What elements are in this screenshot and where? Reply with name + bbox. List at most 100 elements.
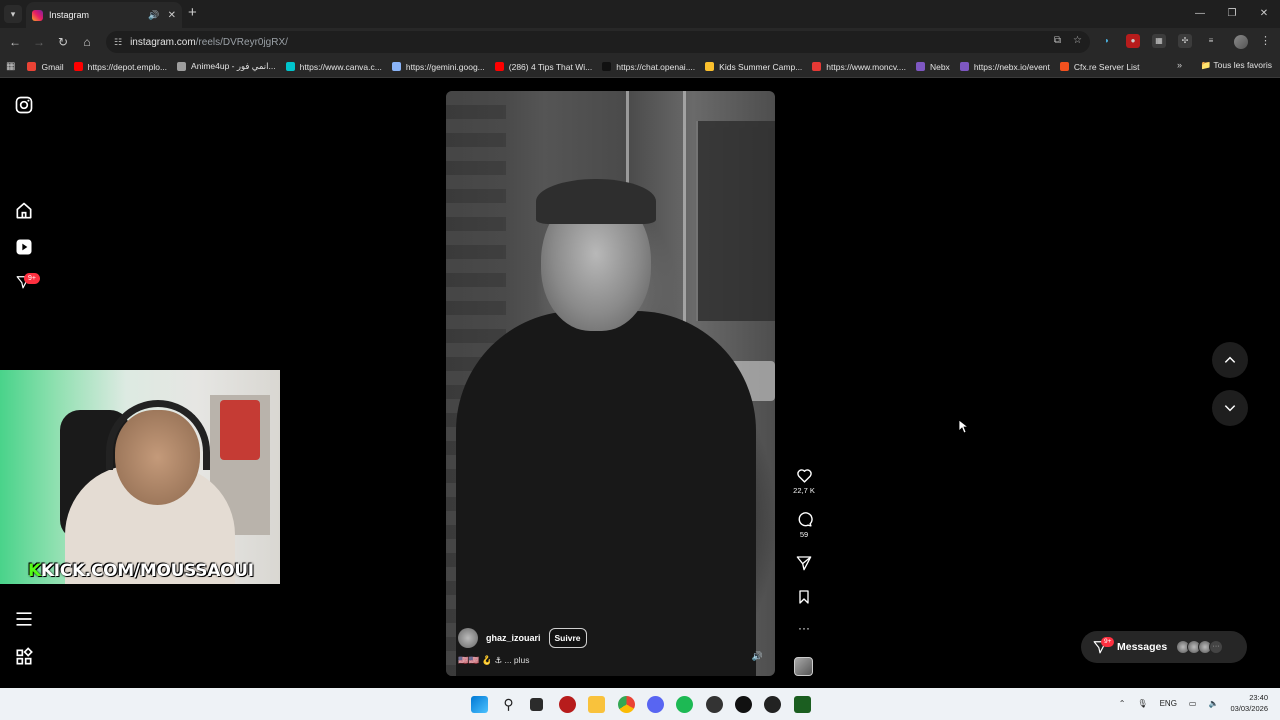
windows-start-icon[interactable] — [471, 696, 488, 713]
message-avatars: ··· — [1176, 640, 1223, 654]
minimize-button[interactable]: — — [1184, 0, 1216, 28]
comment-icon — [798, 512, 813, 527]
webcam-red-object — [220, 400, 260, 460]
bookmark-label: https://chat.openai.... — [616, 61, 696, 72]
tab-instagram[interactable]: Instagram 🔊 ✕ — [26, 2, 182, 28]
extension-grid-icon[interactable]: ▦ — [1152, 34, 1166, 48]
more-options-icon[interactable]: ··· — [790, 622, 818, 634]
extension-wave-icon[interactable]: ◗ — [1100, 34, 1114, 48]
task-view-icon[interactable] — [530, 698, 543, 711]
streamer-webcam-overlay: KKICK.COM/MOUSSAOUI — [0, 370, 280, 584]
bookmark-label: https://www.canva.c... — [299, 61, 382, 72]
author-avatar[interactable] — [458, 628, 478, 648]
like-button[interactable]: 22,7 K — [790, 467, 818, 495]
share-button[interactable] — [790, 555, 818, 571]
chrome-menu-icon[interactable]: ⋮ — [1260, 34, 1271, 47]
bookmark-icon — [799, 590, 809, 604]
video-window-decor — [696, 121, 775, 321]
clock[interactable]: 23:40 03/03/2026 — [1230, 692, 1268, 714]
bookmarks-overflow-icon[interactable]: » — [1177, 60, 1182, 70]
reel-video[interactable]: ghaz_izouari Suivre 🇺🇸🇺🇸 🪝 ⚓ ... plus 🔊 — [446, 91, 775, 676]
reading-list-icon[interactable]: ≡ — [1204, 34, 1218, 48]
kick-channel-overlay: KKICK.COM/MOUSSAOUI — [28, 561, 254, 581]
back-icon[interactable]: ← — [6, 33, 24, 51]
extension-red-icon[interactable]: ● — [1126, 34, 1140, 48]
messages-label: Messages — [1117, 641, 1168, 653]
language-indicator[interactable]: ENG — [1160, 699, 1177, 708]
obs-icon[interactable] — [764, 696, 781, 713]
apps-grid-icon[interactable]: ▦ — [6, 61, 15, 72]
bookmark-item[interactable]: Kids Summer Camp... — [705, 61, 802, 72]
profile-avatar[interactable] — [1234, 35, 1248, 49]
tab-strip: ▾ Instagram 🔊 ✕ + — ❐ ✕ — [0, 0, 1280, 28]
comment-button[interactable]: 59 — [790, 511, 818, 539]
reload-icon[interactable]: ↻ — [54, 33, 72, 51]
volume-icon[interactable]: 🔊 — [752, 651, 763, 662]
search-icon[interactable]: ⚲ — [500, 696, 517, 713]
file-explorer-icon[interactable] — [588, 696, 605, 713]
bookmark-item[interactable]: https://nebx.io/event — [959, 61, 1050, 72]
bookmark-item[interactable]: Nebx — [915, 61, 950, 72]
app-red-circle-icon[interactable] — [559, 696, 576, 713]
bookmark-label: (286) 4 Tips That Wi... — [508, 61, 593, 72]
tab-search-button[interactable]: ▾ — [4, 5, 22, 23]
bookmark-item[interactable]: (286) 4 Tips That Wi... — [494, 61, 593, 72]
bookmark-item[interactable]: https://chat.openai.... — [602, 61, 695, 72]
speaker-icon[interactable]: 🔊 — [148, 10, 159, 21]
chrome-icon[interactable] — [618, 696, 635, 713]
install-app-icon[interactable]: ⧉ — [1054, 35, 1061, 46]
address-bar[interactable]: ☷ instagram.com/reels/DVReyr0jgRX/ ⧉ ☆ — [106, 31, 1090, 53]
bookmark-favicon-icon — [391, 62, 401, 71]
instagram-logo-icon[interactable] — [14, 95, 34, 115]
bookmark-item[interactable]: https://gemini.goog... — [391, 61, 485, 72]
comment-count: 59 — [799, 530, 809, 539]
close-window-button[interactable]: ✕ — [1248, 0, 1280, 28]
window-controls: — ❐ ✕ — [1184, 0, 1280, 28]
close-tab-icon[interactable]: ✕ — [168, 10, 176, 21]
video-person-hair — [536, 179, 656, 224]
more-menu-icon[interactable] — [14, 609, 34, 629]
original-audio-thumbnail[interactable] — [794, 657, 813, 676]
bookmark-item[interactable]: Cfx.re Server List — [1059, 61, 1140, 72]
bookmark-favicon-icon — [705, 62, 715, 71]
all-bookmarks-folder[interactable]: 📁 Tous les favoris — [1201, 60, 1272, 71]
also-from-meta-icon[interactable] — [14, 647, 34, 667]
volume-tray-icon[interactable]: 🔈 — [1208, 699, 1218, 708]
bookmark-favicon-icon — [915, 62, 925, 71]
app-green-icon[interactable] — [794, 696, 811, 713]
bookmark-item[interactable]: Anime4up - انمي فور... — [177, 61, 276, 72]
forward-icon[interactable]: → — [30, 33, 48, 51]
bookmarks-bar: ▦ Gmail https://depot.emplo... Anime4up - … — [0, 56, 1280, 78]
follow-button[interactable]: Suivre — [548, 628, 587, 648]
site-info-icon[interactable]: ☷ — [114, 37, 122, 48]
spotify-icon[interactable] — [676, 696, 693, 713]
messages-pill[interactable]: 9+ Messages ··· — [1081, 631, 1247, 663]
home-nav-icon[interactable] — [14, 201, 34, 221]
bookmark-item[interactable]: https://depot.emplo... — [73, 61, 168, 72]
network-icon[interactable]: ▭ — [1189, 699, 1197, 708]
bookmark-item[interactable]: Gmail — [27, 61, 64, 72]
bookmark-star-icon[interactable]: ☆ — [1073, 35, 1082, 46]
new-tab-button[interactable]: + — [188, 4, 197, 22]
tray-overflow-icon[interactable]: ⌃ — [1119, 699, 1126, 708]
bookmark-item[interactable]: https://www.moncv.... — [812, 61, 906, 72]
caption-more-link[interactable]: ... plus — [504, 655, 529, 665]
bookmark-item[interactable]: https://www.canva.c... — [285, 61, 382, 72]
extensions-puzzle-icon[interactable]: ✣ — [1178, 34, 1192, 48]
bookmark-label: https://nebx.io/event — [973, 61, 1050, 72]
author-username[interactable]: ghaz_izouari — [486, 633, 541, 643]
restore-button[interactable]: ❐ — [1216, 0, 1248, 28]
extensions-area: ◗ ● ▦ ✣ ≡ — [1100, 34, 1218, 48]
app-dark-icon[interactable] — [706, 696, 723, 713]
clock-time: 23:40 — [1249, 693, 1268, 702]
more-avatars-icon: ··· — [1209, 640, 1223, 654]
microphone-icon[interactable]: 🎙 — [1137, 699, 1147, 708]
home-icon[interactable]: ⌂ — [78, 33, 96, 51]
bookmark-label: https://depot.emplo... — [87, 61, 168, 72]
app-g-icon[interactable] — [735, 696, 752, 713]
previous-reel-button[interactable] — [1212, 342, 1248, 378]
discord-icon[interactable] — [647, 696, 664, 713]
save-button[interactable] — [790, 589, 818, 605]
next-reel-button[interactable] — [1212, 390, 1248, 426]
reels-nav-icon[interactable] — [14, 237, 34, 257]
